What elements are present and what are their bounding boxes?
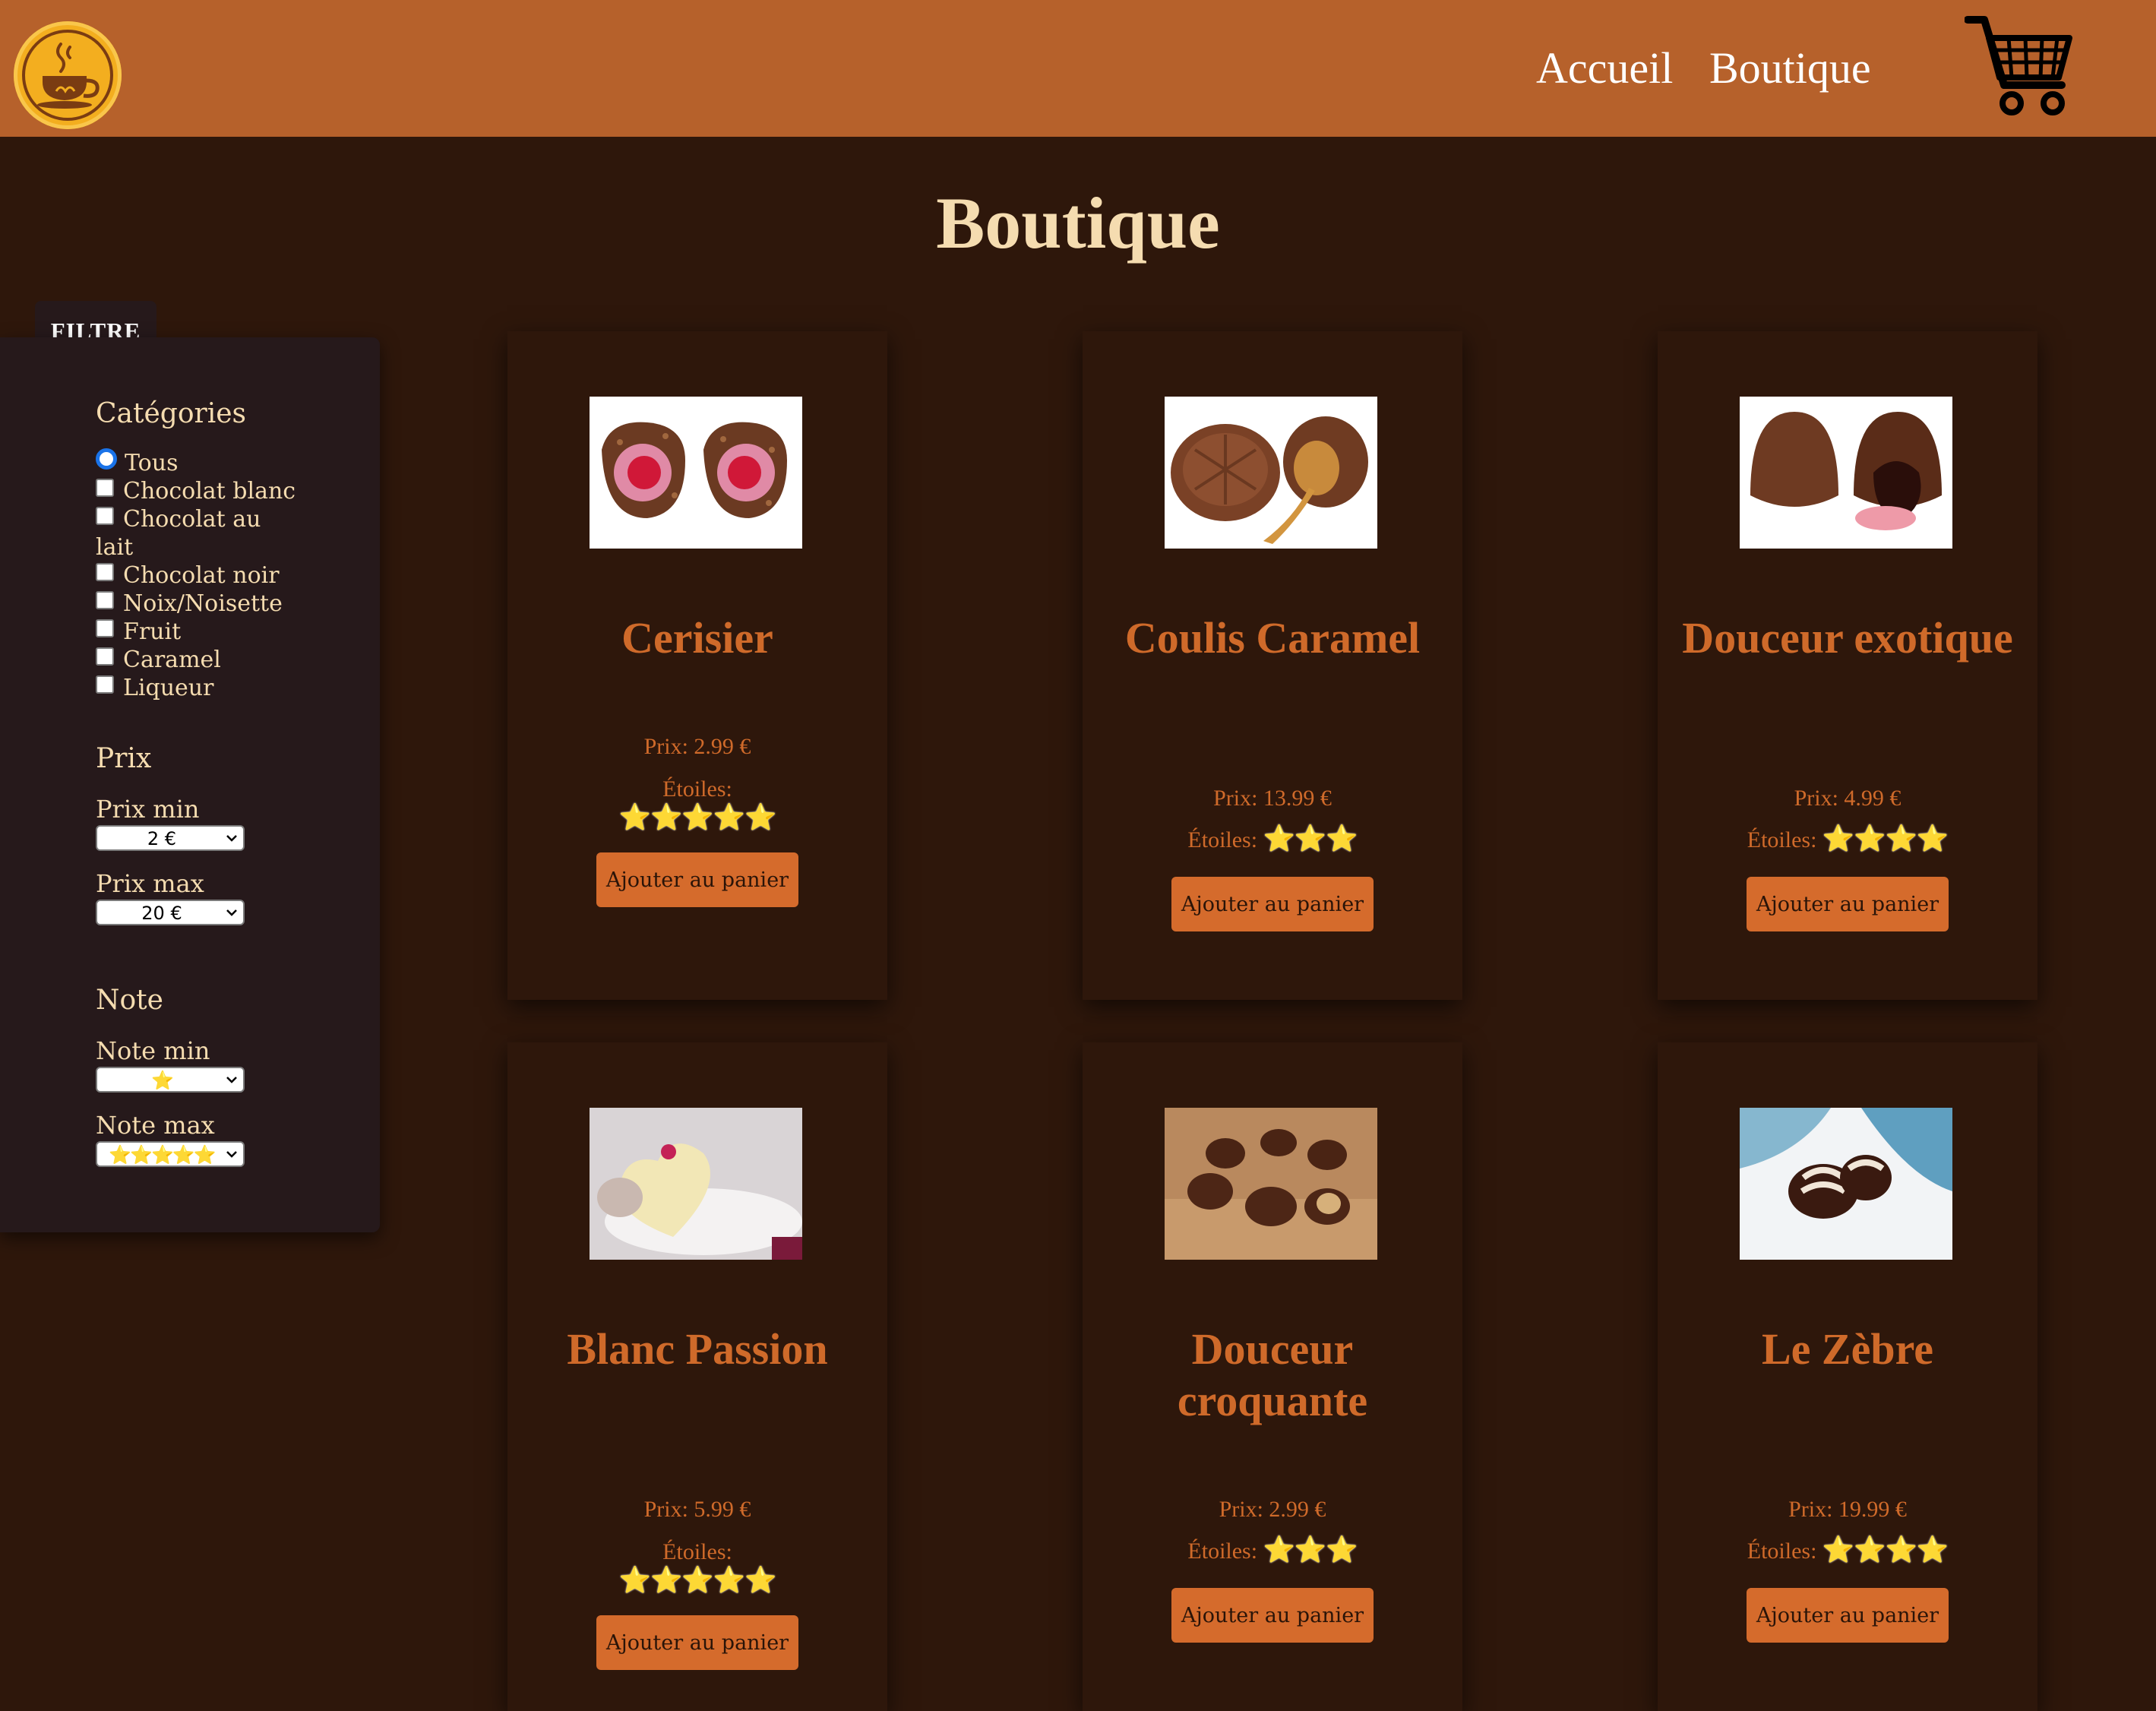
filter-panel: Catégories Tous Chocolat blanc Chocolat …	[0, 337, 380, 1232]
product-card: Coulis Caramel Prix: 13.99 € Étoiles: ⭐⭐…	[1083, 331, 1462, 1000]
zebra-chocolate-image-icon[interactable]	[1740, 1108, 1952, 1260]
product-rating: Étoiles: ⭐⭐⭐	[1083, 825, 1462, 855]
category-option-white[interactable]: Chocolat blanc	[96, 477, 301, 505]
product-price: Prix: 19.99 €	[1788, 1497, 1907, 1522]
add-to-cart-button[interactable]: Ajouter au panier	[1171, 1588, 1374, 1643]
rating-stars: ⭐⭐⭐⭐⭐	[618, 804, 777, 832]
site-header: Accueil Boutique	[0, 0, 2156, 137]
rating-heading: Note	[96, 985, 163, 1016]
price-max-label: Prix max	[96, 869, 204, 898]
checkbox[interactable]	[96, 675, 114, 694]
rating-min-label: Note min	[96, 1036, 210, 1065]
product-price: Prix: 13.99 €	[1213, 786, 1332, 811]
category-option-nuts[interactable]: Noix/Noisette	[96, 590, 301, 618]
product-name: Douceur croquante	[1177, 1324, 1368, 1425]
white-chocolate-image-icon[interactable]	[590, 1108, 802, 1260]
rating-stars: ⭐⭐⭐⭐	[1822, 1536, 1949, 1564]
category-option-fruit[interactable]: Fruit	[96, 618, 301, 646]
product-price: Prix: 5.99 €	[643, 1497, 751, 1522]
add-to-cart-button[interactable]: Ajouter au panier	[1747, 1588, 1949, 1643]
price-max-select[interactable]: 20 €	[96, 900, 245, 925]
product-name: Cerisier	[621, 613, 773, 663]
nav-link-home[interactable]: Accueil	[1536, 40, 1673, 97]
shopping-cart-icon[interactable]	[1964, 15, 2079, 122]
rating-max-label: Note max	[96, 1111, 215, 1140]
product-name: Blanc Passion	[567, 1324, 828, 1374]
stars-label: Étoiles:	[662, 1539, 732, 1564]
product-price: Prix: 2.99 €	[643, 734, 751, 759]
chevron-down-icon	[226, 1151, 237, 1158]
product-name: Le Zèbre	[1761, 1324, 1934, 1374]
rating-min-value: ⭐	[151, 1070, 174, 1091]
stars-label: Étoiles:	[1187, 827, 1258, 852]
exotic-chocolate-image-icon[interactable]	[1740, 397, 1952, 549]
product-card: Le Zèbre Prix: 19.99 € Étoiles: ⭐⭐⭐⭐ Ajo…	[1658, 1042, 2037, 1711]
product-price: Prix: 2.99 €	[1219, 1497, 1326, 1522]
product-card: Blanc Passion Prix: 5.99 € Étoiles: ⭐⭐⭐⭐…	[507, 1042, 887, 1711]
stars-label: Étoiles:	[1747, 827, 1817, 852]
chevron-down-icon	[226, 1077, 237, 1083]
checkbox[interactable]	[96, 647, 114, 666]
product-rating: Étoiles: ⭐⭐⭐⭐	[1658, 1536, 2037, 1566]
category-option-caramel[interactable]: Caramel	[96, 646, 301, 674]
stars-label: Étoiles:	[1187, 1539, 1258, 1564]
categories-heading: Catégories	[96, 398, 246, 429]
category-option-dark[interactable]: Chocolat noir	[96, 561, 301, 590]
price-min-select[interactable]: 2 €	[96, 825, 245, 851]
product-rating: Étoiles: ⭐⭐⭐⭐	[1658, 825, 2037, 855]
page-title: Boutique	[936, 182, 1220, 264]
category-option-milk[interactable]: Chocolat au lait	[96, 505, 301, 561]
product-name: Douceur exotique	[1682, 613, 2013, 663]
radio-checked[interactable]	[96, 448, 117, 470]
rating-max-select[interactable]: ⭐⭐⭐⭐⭐	[96, 1141, 245, 1167]
chevron-down-icon	[226, 909, 237, 916]
category-option-liqueur[interactable]: Liqueur	[96, 674, 301, 702]
chevron-down-icon	[226, 835, 237, 842]
crunchy-chocolate-image-icon[interactable]	[1165, 1108, 1377, 1260]
checkbox[interactable]	[96, 591, 114, 609]
product-card: Douceur croquante Prix: 2.99 € Étoiles: …	[1083, 1042, 1462, 1711]
rating-stars: ⭐⭐⭐	[1263, 825, 1358, 853]
price-min-label: Prix min	[96, 795, 200, 824]
rating-stars: ⭐⭐⭐⭐⭐	[618, 1567, 777, 1595]
cherry-chocolate-image-icon[interactable]	[590, 397, 802, 549]
product-name: Coulis Caramel	[1124, 613, 1421, 663]
category-option-all[interactable]: Tous	[96, 448, 301, 477]
product-card: Douceur exotique Prix: 4.99 € Étoiles: ⭐…	[1658, 331, 2037, 1000]
rating-stars: ⭐⭐⭐⭐	[1822, 825, 1949, 853]
stars-label: Étoiles:	[1747, 1539, 1817, 1564]
rating-min-select[interactable]: ⭐	[96, 1067, 245, 1093]
filter-tab[interactable]: FILTRE	[35, 301, 156, 344]
add-to-cart-button[interactable]: Ajouter au panier	[1171, 877, 1374, 931]
rating-max-value: ⭐⭐⭐⭐⭐	[109, 1144, 216, 1165]
caramel-chocolate-image-icon[interactable]	[1165, 397, 1377, 549]
add-to-cart-button[interactable]: Ajouter au panier	[1747, 877, 1949, 931]
nav-link-shop[interactable]: Boutique	[1709, 40, 1871, 97]
add-to-cart-button[interactable]: Ajouter au panier	[596, 1615, 798, 1670]
product-rating: Étoiles: ⭐⭐⭐	[1083, 1536, 1462, 1566]
checkbox[interactable]	[96, 507, 114, 525]
product-rating: Étoiles: ⭐⭐⭐⭐⭐	[507, 775, 887, 833]
price-heading: Prix	[96, 743, 152, 774]
checkbox[interactable]	[96, 563, 114, 581]
checkbox[interactable]	[96, 479, 114, 497]
checkbox[interactable]	[96, 619, 114, 637]
price-min-value: 2 €	[147, 828, 177, 849]
product-card: Cerisier Prix: 2.99 € Étoiles: ⭐⭐⭐⭐⭐ Ajo…	[507, 331, 887, 1000]
stars-label: Étoiles:	[662, 776, 732, 802]
category-list: Tous Chocolat blanc Chocolat au lait Cho…	[96, 448, 301, 702]
product-rating: Étoiles: ⭐⭐⭐⭐⭐	[507, 1538, 887, 1596]
coffee-cup-logo-icon[interactable]	[14, 21, 122, 129]
product-price: Prix: 4.99 €	[1794, 786, 1902, 811]
rating-stars: ⭐⭐⭐	[1263, 1536, 1358, 1564]
price-max-value: 20 €	[141, 903, 182, 924]
add-to-cart-button[interactable]: Ajouter au panier	[596, 852, 798, 907]
